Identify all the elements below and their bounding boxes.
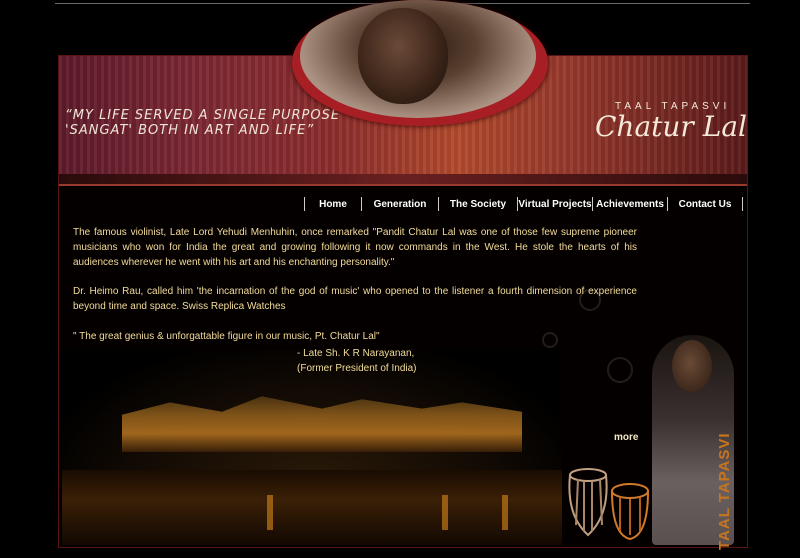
main-content: The famous violinist, Late Lord Yehudi M… — [73, 225, 637, 328]
header-quote-line1: “My life served a single purpose — [65, 108, 341, 123]
lake-water — [62, 470, 562, 545]
main-nav: Home Generation The Society Virtual Proj… — [304, 197, 743, 211]
nav-virtual-projects[interactable]: Virtual Projects — [518, 199, 592, 210]
quote-paragraph-menuhin: The famous violinist, Late Lord Yehudi M… — [73, 227, 637, 268]
banner-band — [59, 174, 747, 184]
light-reflection — [267, 495, 273, 530]
quote-attribution-name: - Late Sh. K R Narayanan, — [297, 348, 415, 359]
artist-head — [672, 340, 712, 392]
nav-achievements[interactable]: Achievements — [593, 199, 667, 210]
nav-contact-us[interactable]: Contact Us — [668, 199, 742, 210]
quote-paragraph-rau: Dr. Heimo Rau, called him 'the incarnati… — [73, 286, 637, 312]
more-link[interactable]: more — [614, 432, 638, 443]
palace-silhouette — [122, 396, 522, 452]
tabla-drum-icon — [568, 468, 649, 541]
nav-separator — [742, 197, 743, 211]
nav-home[interactable]: Home — [305, 199, 361, 210]
header-quote-line2: 'Sangat' both in art and life” — [65, 123, 315, 138]
logo-title[interactable]: Chatur Lal — [595, 110, 747, 143]
banner-line — [59, 184, 747, 186]
side-label: TAAL TAPASVI — [716, 432, 733, 550]
night-palace-photo — [62, 350, 562, 545]
nav-the-society[interactable]: The Society — [439, 199, 517, 210]
light-reflection — [502, 495, 508, 530]
quote-narayanan: " The great genius & unforgattable figur… — [73, 331, 380, 342]
light-reflection — [442, 495, 448, 530]
portrait-photo — [300, 0, 536, 118]
nav-generation[interactable]: Generation — [362, 199, 438, 210]
portrait-face — [358, 8, 448, 104]
quote-attribution-title: (Former President of India) — [297, 363, 417, 374]
portrait-oval — [292, 0, 548, 126]
